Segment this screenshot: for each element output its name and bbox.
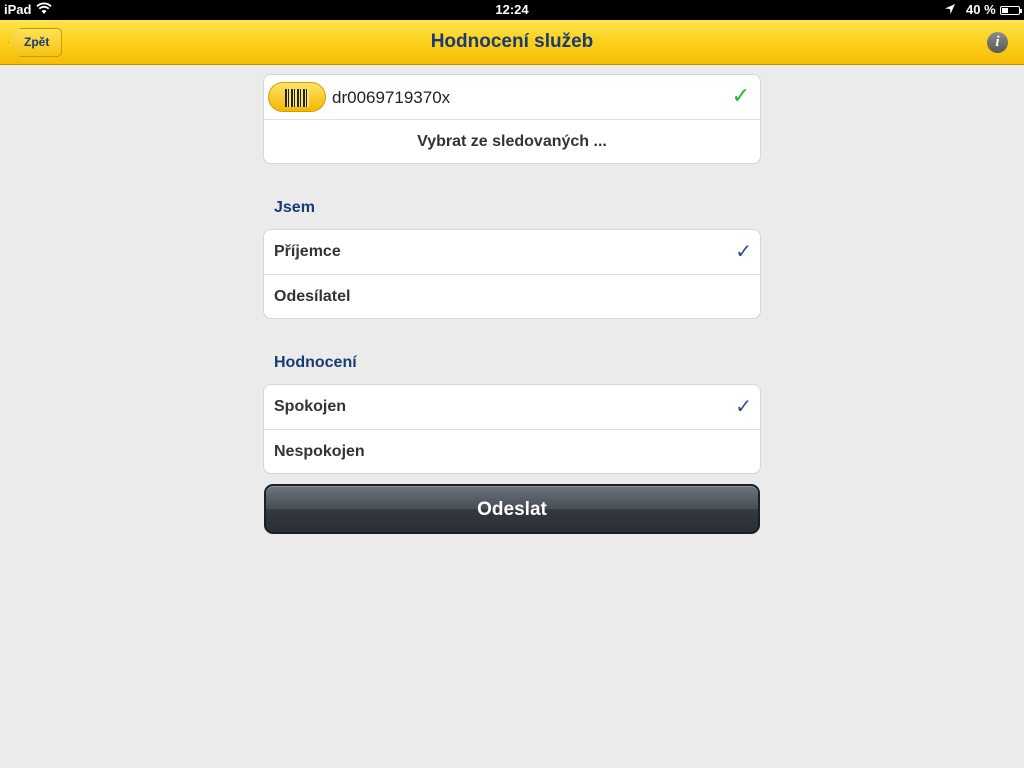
role-section-header: Jsem: [274, 199, 315, 216]
barcode-icon: [285, 89, 309, 107]
barcode-scan-button[interactable]: [268, 82, 326, 112]
rating-option-unsatisfied[interactable]: Nespokojen: [264, 429, 760, 473]
valid-check-icon: ✓: [731, 83, 750, 108]
rating-option-satisfied[interactable]: Spokojen ✓: [264, 385, 760, 429]
role-option-sender[interactable]: Odesílatel: [264, 274, 760, 318]
page-title: Hodnocení služeb: [430, 31, 594, 52]
navigation-bar: Zpět Hodnocení služeb: [0, 20, 1024, 65]
option-label: Odesílatel: [274, 288, 351, 305]
checkmark-icon: ✓: [735, 396, 752, 418]
info-icon[interactable]: i: [987, 32, 1008, 53]
tracking-row: dr0069719370x ✓: [264, 75, 760, 119]
submit-button[interactable]: Odeslat: [264, 484, 760, 534]
battery-percent: 40 %: [966, 2, 996, 17]
option-label: Příjemce: [274, 243, 341, 260]
clock: 12:24: [495, 2, 529, 17]
role-option-recipient[interactable]: Příjemce ✓: [264, 230, 760, 274]
rating-group: Spokojen ✓ Nespokojen: [263, 384, 761, 474]
option-label: Nespokojen: [274, 443, 365, 460]
tracking-number[interactable]: dr0069719370x: [332, 88, 450, 108]
select-tracked-row[interactable]: Vybrat ze sledovaných ...: [264, 119, 760, 163]
role-group: Příjemce ✓ Odesílatel: [263, 229, 761, 319]
shipment-group: dr0069719370x ✓ Vybrat ze sledovaných ..…: [263, 74, 761, 164]
status-bar: iPad 12:24 40 %: [0, 0, 1024, 20]
option-label: Spokojen: [274, 398, 347, 415]
battery-level-fill: [1002, 8, 1008, 13]
submit-button-label: Odeslat: [477, 499, 547, 520]
location-arrow-icon: [944, 3, 956, 18]
select-tracked-label: Vybrat ze sledovaných ...: [417, 133, 607, 150]
rating-section-header: Hodnocení: [274, 354, 357, 371]
battery-icon: [1000, 6, 1022, 15]
checkmark-icon: ✓: [735, 241, 752, 263]
